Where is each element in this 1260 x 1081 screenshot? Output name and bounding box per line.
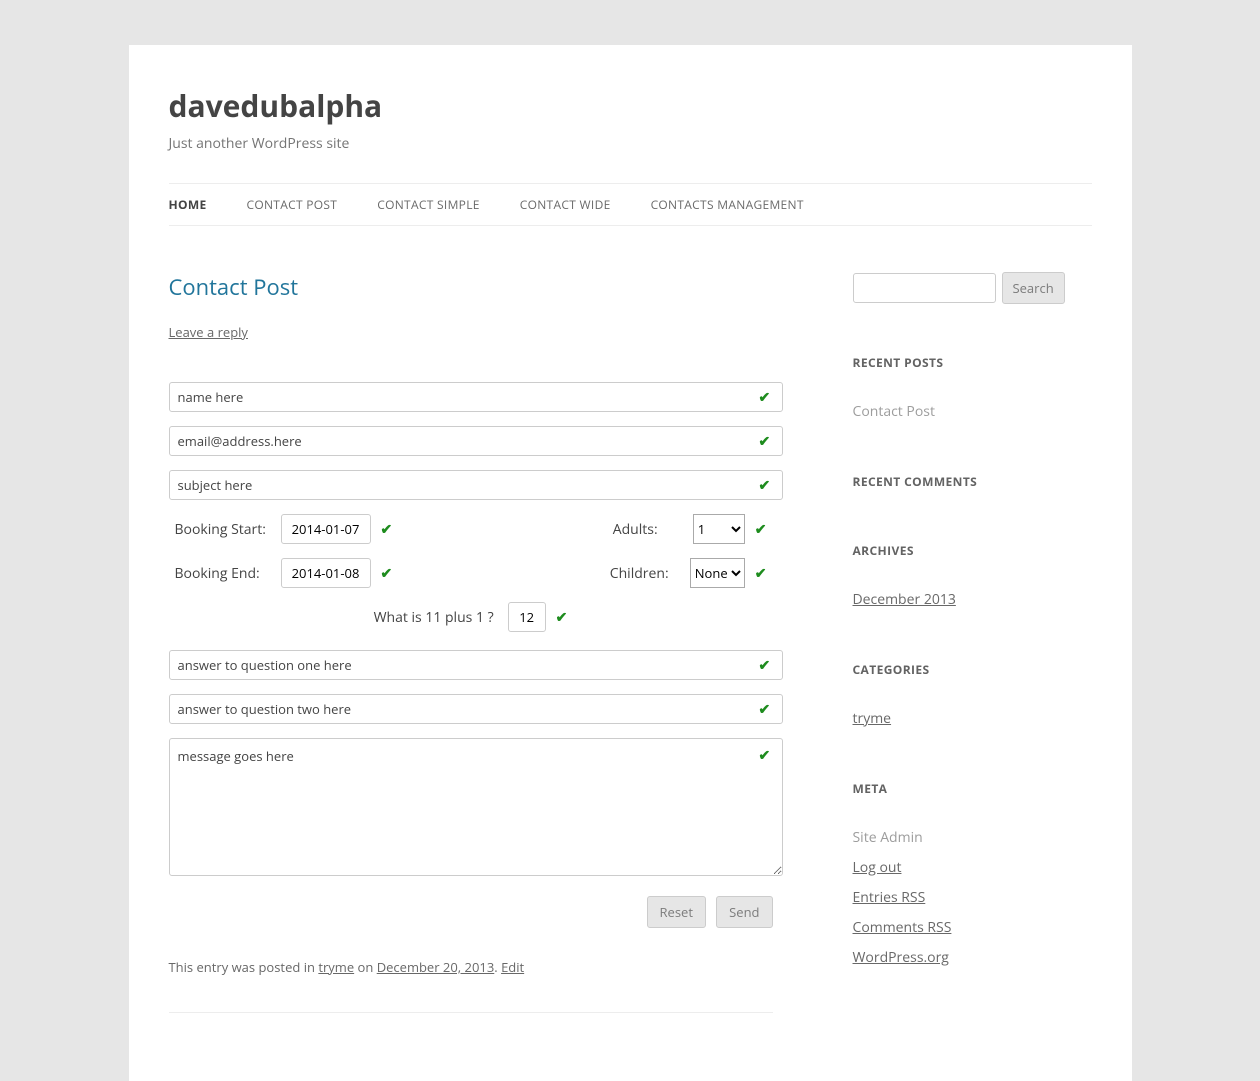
widget-meta: META Site Admin Log out Entries RSS Comm… — [853, 780, 1092, 967]
nav-home[interactable]: HOME — [169, 184, 207, 225]
nav-contact-simple[interactable]: CONTACT SIMPLE — [377, 184, 480, 225]
recent-post-link[interactable]: Contact Post — [853, 402, 935, 421]
meta-on: on — [354, 958, 377, 976]
question-one-input[interactable] — [169, 650, 783, 680]
meta-date-link[interactable]: December 20, 2013 — [377, 958, 495, 976]
nav-contacts-management[interactable]: CONTACTS MANAGEMENT — [651, 184, 804, 225]
widget-title: ARCHIVES — [853, 542, 1092, 559]
leave-reply-link[interactable]: Leave a reply — [169, 323, 248, 341]
site-container: davedubalpha Just another WordPress site… — [129, 45, 1132, 1081]
search-input[interactable] — [853, 273, 996, 303]
booking-start-label: Booking Start: — [175, 520, 281, 539]
meta-link-comments-rss[interactable]: Comments RSS — [853, 918, 952, 937]
question-two-input[interactable] — [169, 694, 783, 724]
widget-title: META — [853, 780, 1092, 797]
subject-input[interactable] — [169, 470, 783, 500]
main-content: Contact Post Leave a reply ✔ ✔ ✔ Booki — [169, 272, 773, 1021]
meta-link-wordpress-org[interactable]: WordPress.org — [853, 948, 949, 967]
meta-link-log-out[interactable]: Log out — [853, 858, 902, 877]
message-textarea[interactable]: message goes here — [169, 738, 783, 876]
booking-end-label: Booking End: — [175, 564, 281, 583]
check-icon: ✔ — [556, 608, 568, 627]
widget-title: CATEGORIES — [853, 661, 1092, 678]
send-button[interactable]: Send — [716, 896, 772, 928]
widget-categories: CATEGORIES tryme — [853, 661, 1092, 728]
name-input[interactable] — [169, 382, 783, 412]
check-icon: ✔ — [381, 564, 393, 583]
meta-edit-link[interactable]: Edit — [501, 958, 524, 976]
check-icon: ✔ — [755, 564, 767, 583]
check-icon: ✔ — [759, 746, 773, 765]
main-nav: HOME CONTACT POST CONTACT SIMPLE CONTACT… — [169, 183, 1092, 226]
reset-button[interactable]: Reset — [647, 896, 706, 928]
meta-link-site-admin[interactable]: Site Admin — [853, 828, 923, 847]
captcha-input[interactable] — [508, 602, 546, 632]
check-icon: ✔ — [759, 432, 773, 451]
check-icon: ✔ — [755, 520, 767, 539]
meta-link-entries-rss[interactable]: Entries RSS — [853, 888, 926, 907]
check-icon: ✔ — [381, 520, 393, 539]
adults-label: Adults: — [613, 520, 693, 539]
contact-form: ✔ ✔ ✔ Booking Start: ✔ Adults: 1 — [169, 382, 773, 928]
widget-archives: ARCHIVES December 2013 — [853, 542, 1092, 609]
email-input[interactable] — [169, 426, 783, 456]
booking-start-input[interactable] — [281, 514, 371, 544]
separator — [169, 1012, 773, 1013]
children-select[interactable]: None — [690, 558, 745, 588]
site-title: davedubalpha — [169, 85, 1092, 126]
entry-title: Contact Post — [169, 272, 773, 302]
meta-category-link[interactable]: tryme — [318, 958, 354, 976]
booking-end-input[interactable] — [281, 558, 371, 588]
widget-title: RECENT POSTS — [853, 354, 1092, 371]
archive-link[interactable]: December 2013 — [853, 590, 956, 609]
nav-contact-wide[interactable]: CONTACT WIDE — [520, 184, 611, 225]
widget-title: RECENT COMMENTS — [853, 473, 1092, 490]
captcha-question: What is 11 plus 1 ? — [374, 608, 494, 627]
nav-contact-post[interactable]: CONTACT POST — [246, 184, 337, 225]
sidebar: Search RECENT POSTS Contact Post RECENT … — [853, 272, 1092, 1021]
entry-title-link[interactable]: Contact Post — [169, 272, 299, 302]
adults-select[interactable]: 1 — [693, 514, 745, 544]
widget-recent-comments: RECENT COMMENTS — [853, 473, 1092, 490]
check-icon: ✔ — [759, 476, 773, 495]
check-icon: ✔ — [759, 388, 773, 407]
entry-meta: This entry was posted in tryme on Decemb… — [169, 958, 773, 976]
meta-prefix: This entry was posted in — [169, 958, 319, 976]
search-button[interactable]: Search — [1002, 272, 1065, 304]
check-icon: ✔ — [759, 656, 773, 675]
widget-recent-posts: RECENT POSTS Contact Post — [853, 354, 1092, 421]
check-icon: ✔ — [759, 700, 773, 719]
children-label: Children: — [610, 564, 690, 583]
category-link[interactable]: tryme — [853, 709, 892, 728]
site-description: Just another WordPress site — [169, 134, 1092, 153]
